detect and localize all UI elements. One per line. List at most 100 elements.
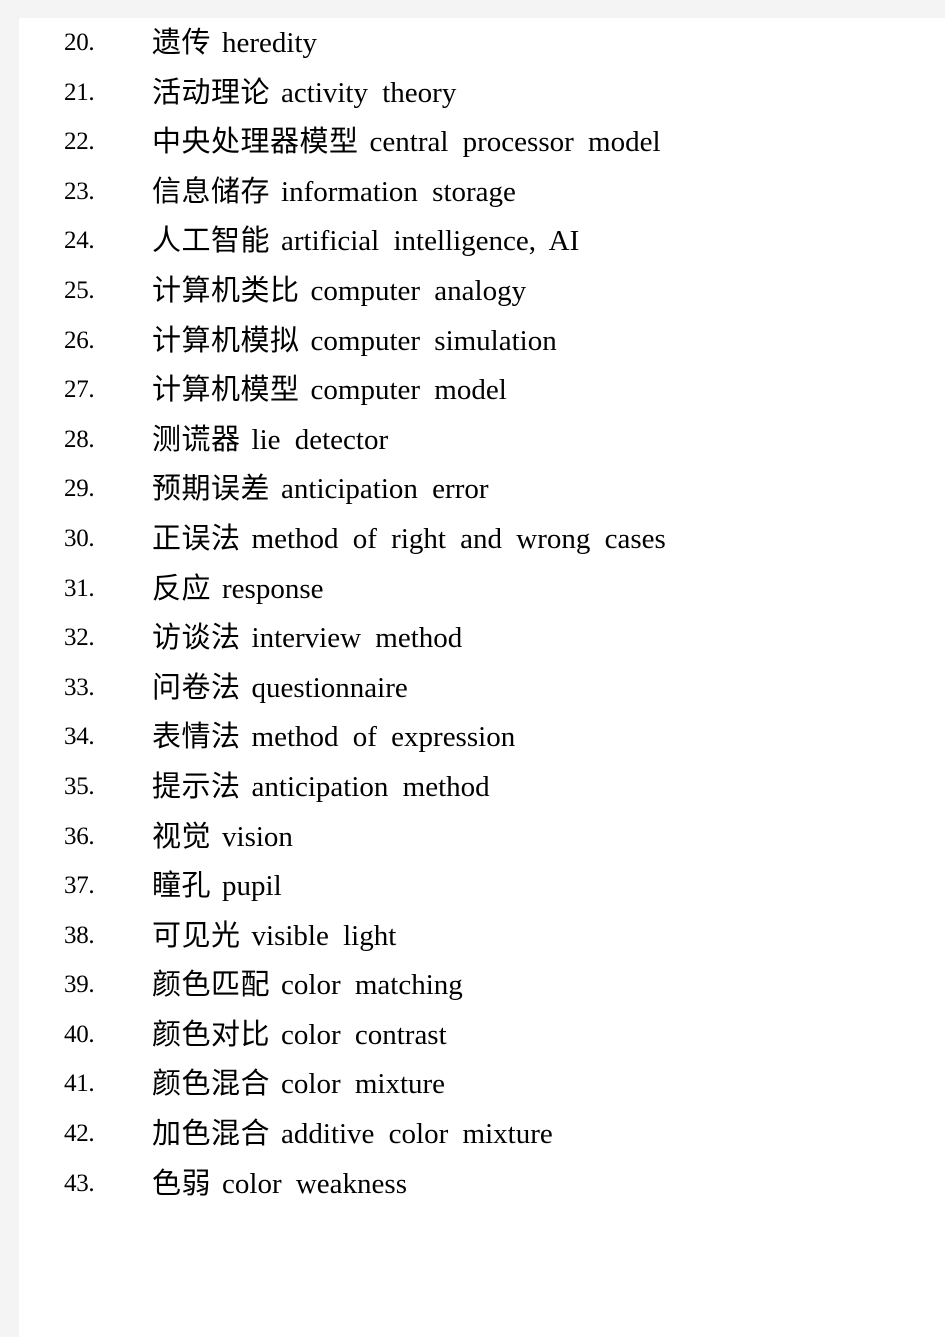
glossary-entry: 32. 访谈法 interview method xyxy=(19,613,945,663)
entry-term: 反应 response xyxy=(152,564,324,615)
glossary-entry: 23. 信息储存 information storage xyxy=(19,167,945,217)
entry-term-english: anticipation method xyxy=(251,770,490,803)
entry-number: 20. xyxy=(64,29,95,56)
glossary-entry: 34. 表情法 method of expression xyxy=(19,712,945,762)
glossary-entry: 26. 计算机模拟 computer simulation xyxy=(19,316,945,366)
entry-term-english: method of right and wrong cases xyxy=(251,522,666,555)
entry-term: 正误法 method of right and wrong cases xyxy=(152,514,666,565)
entry-number: 29. xyxy=(64,475,95,503)
entry-term-english: computer analogy xyxy=(310,274,527,307)
entry-term: 问卷法 questionnaire xyxy=(152,663,408,714)
entry-number: 30. xyxy=(64,524,95,552)
glossary-entry: 25. 计算机类比 computer analogy xyxy=(19,266,945,316)
glossary-entry: 22. 中央处理器模型 central processor model xyxy=(19,117,945,167)
entry-term-english: computer model xyxy=(310,374,507,407)
glossary-entry: 40. 颜色对比 color contrast xyxy=(19,1010,945,1060)
entry-term: 颜色混合 color mixture xyxy=(152,1059,445,1110)
glossary-entry: 30. 正误法 method of right and wrong cases xyxy=(19,514,945,564)
glossary-entry: 38. 可见光 visible light xyxy=(19,911,945,961)
entry-term: 人工智能 artificial intelligence, AI xyxy=(152,216,579,267)
glossary-entry: 36. 视觉 vision xyxy=(19,812,945,862)
entry-term: 表情法 method of expression xyxy=(152,712,515,763)
entry-term-chinese: 遗传 xyxy=(152,25,212,59)
entry-term-chinese: 正误法 xyxy=(152,520,241,555)
entry-term: 颜色对比 color contrast xyxy=(152,1010,447,1061)
entry-term-english: response xyxy=(222,572,324,605)
entry-term-chinese: 活动理论 xyxy=(152,74,271,109)
entry-number: 41. xyxy=(64,1070,95,1098)
entry-number: 38. xyxy=(64,921,95,949)
glossary-entry: 20. 遗传 heredity xyxy=(19,18,945,68)
entry-term-chinese: 人工智能 xyxy=(152,223,271,258)
entry-number: 40. xyxy=(64,1020,95,1048)
glossary-entry: 31. 反应 response xyxy=(19,564,945,614)
entry-term-english: computer simulation xyxy=(310,324,557,357)
entry-number: 25. xyxy=(64,276,95,304)
entry-term-english: color weakness xyxy=(222,1167,407,1200)
entry-term-chinese: 计算机类比 xyxy=(152,272,300,307)
entry-term-chinese: 视觉 xyxy=(152,818,212,853)
entry-number: 36. xyxy=(64,822,95,850)
entry-term-english: lie detector xyxy=(251,423,389,456)
glossary-entry: 42. 加色混合 additive color mixture xyxy=(19,1109,945,1159)
glossary-entry: 28. 测谎器 lie detector xyxy=(19,415,945,465)
glossary-entry: 41. 颜色混合 color mixture xyxy=(19,1059,945,1109)
entry-term-chinese: 可见光 xyxy=(152,917,241,952)
entry-number: 43. xyxy=(64,1169,95,1197)
entry-term: 中央处理器模型 central processor model xyxy=(152,117,661,168)
entry-term: 瞳孔 pupil xyxy=(152,861,282,912)
entry-term-chinese: 反应 xyxy=(152,570,212,605)
entry-term: 信息储存 information storage xyxy=(152,167,516,218)
entry-term-english: questionnaire xyxy=(251,671,408,704)
entry-term-english: activity theory xyxy=(281,76,457,109)
glossary-entry: 29. 预期误差 anticipation error xyxy=(19,464,945,514)
entry-term: 色弱 color weakness xyxy=(152,1159,407,1210)
entry-term-english: heredity xyxy=(222,27,318,59)
entry-term: 预期误差 anticipation error xyxy=(152,464,489,515)
entry-number: 31. xyxy=(64,574,95,602)
entry-term: 访谈法 interview method xyxy=(152,613,462,664)
glossary-entry: 37. 瞳孔 pupil xyxy=(19,861,945,911)
entry-term-chinese: 颜色对比 xyxy=(152,1016,271,1051)
entry-term: 遗传 heredity xyxy=(152,18,317,69)
entry-term-chinese: 中央处理器模型 xyxy=(152,124,359,159)
entry-term-english: vision xyxy=(222,820,293,853)
entry-number: 28. xyxy=(64,425,95,453)
entry-term: 活动理论 activity theory xyxy=(152,68,456,119)
entry-number: 34. xyxy=(64,723,95,751)
glossary-entry: 35. 提示法 anticipation method xyxy=(19,762,945,812)
entry-term: 计算机模型 computer model xyxy=(152,365,507,416)
entry-number: 33. xyxy=(64,673,95,701)
entry-term-chinese: 信息储存 xyxy=(152,173,271,208)
entry-term: 加色混合 additive color mixture xyxy=(152,1109,553,1160)
entry-number: 27. xyxy=(64,376,95,404)
glossary-entry: 33. 问卷法 questionnaire xyxy=(19,663,945,713)
entry-term-chinese: 计算机模拟 xyxy=(152,322,300,357)
entry-number: 35. xyxy=(64,772,95,800)
glossary-entry: 21. 活动理论 activity theory xyxy=(19,68,945,118)
entry-term-chinese: 预期误差 xyxy=(152,471,271,506)
entry-term-chinese: 加色混合 xyxy=(152,1116,271,1151)
entry-term-chinese: 提示法 xyxy=(152,768,241,803)
entry-term: 可见光 visible light xyxy=(152,911,396,962)
entry-number: 37. xyxy=(64,872,95,900)
glossary-list: 20. 遗传 heredity 21. 活动理论 activity theory 22. 中央… xyxy=(19,18,945,1208)
entry-term-chinese: 测谎器 xyxy=(152,421,241,456)
entry-term-english: information storage xyxy=(281,175,516,208)
entry-term: 计算机模拟 computer simulation xyxy=(152,316,557,367)
entry-number: 23. xyxy=(64,177,95,205)
entry-term: 计算机类比 computer analogy xyxy=(152,266,526,317)
entry-term-chinese: 颜色匹配 xyxy=(152,967,271,1002)
entry-term-english: central processor model xyxy=(369,126,661,159)
entry-term-english: color mixture xyxy=(281,1068,446,1101)
entry-term-chinese: 计算机模型 xyxy=(152,372,300,407)
entry-number: 39. xyxy=(64,971,95,999)
entry-term-english: anticipation error xyxy=(281,473,489,506)
entry-term-chinese: 问卷法 xyxy=(152,669,241,704)
entry-term-chinese: 表情法 xyxy=(152,719,241,754)
entry-term: 视觉 vision xyxy=(152,812,293,863)
entry-term-english: additive color mixture xyxy=(281,1118,553,1151)
entry-number: 22. xyxy=(64,128,95,156)
entry-term-english: color contrast xyxy=(281,1018,447,1051)
entry-term-chinese: 颜色混合 xyxy=(152,1066,271,1101)
